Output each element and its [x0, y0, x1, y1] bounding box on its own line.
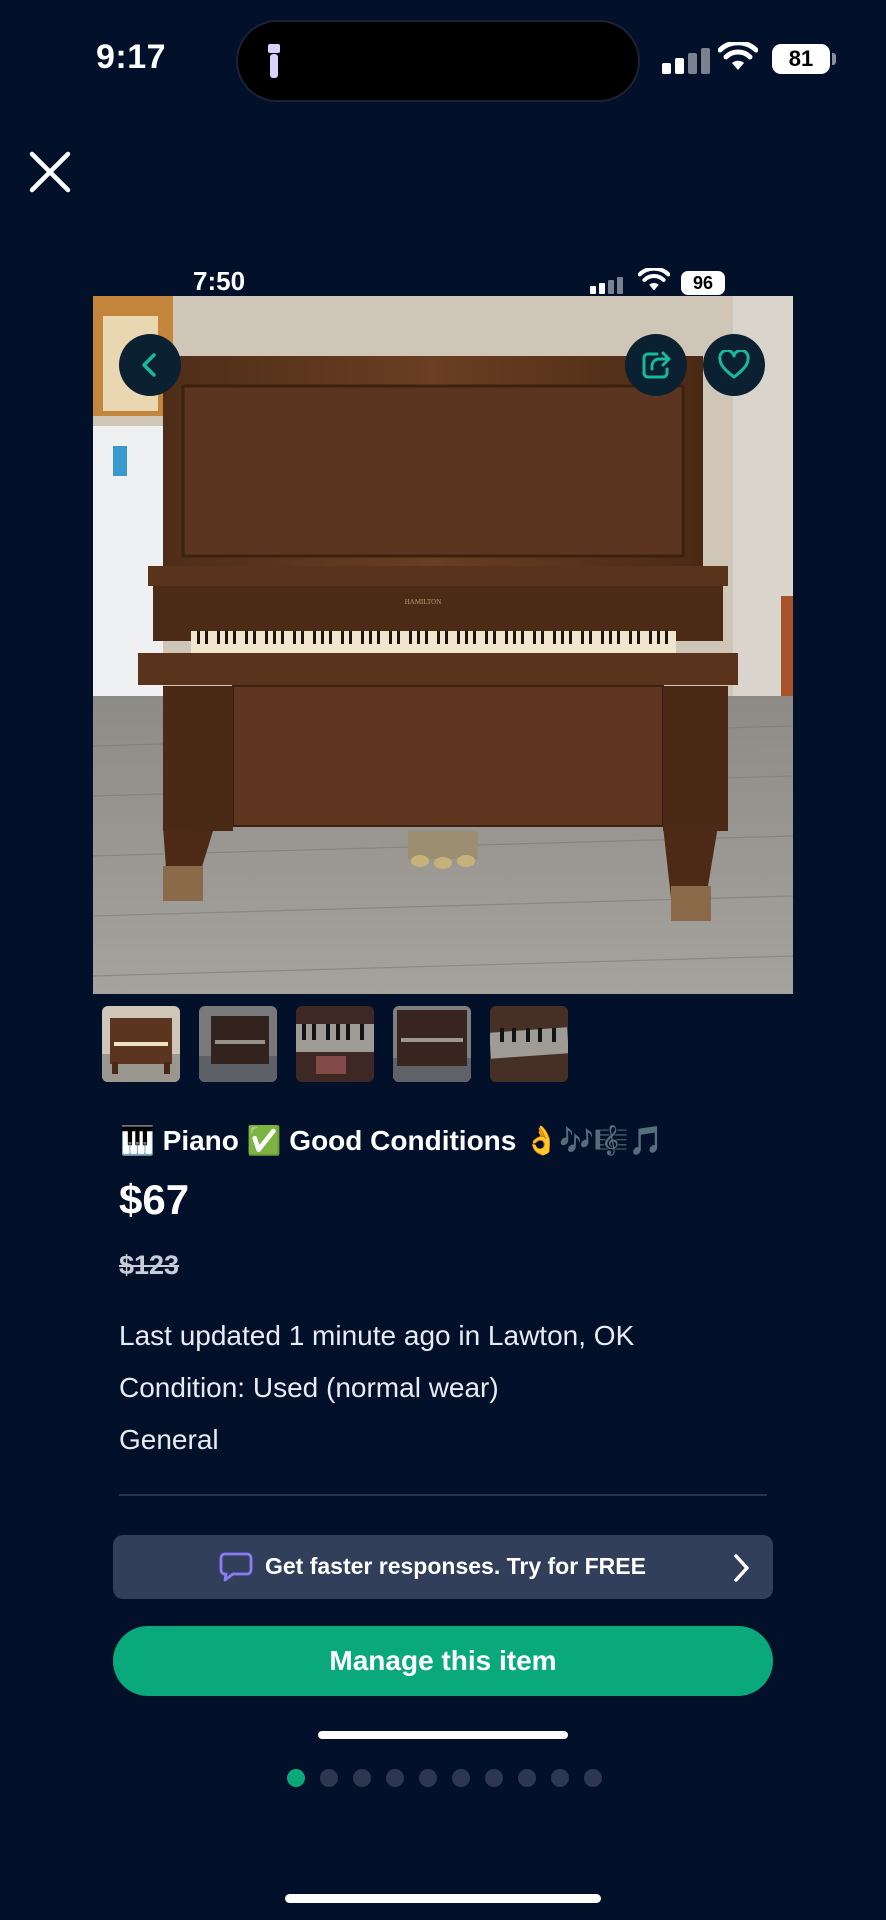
promo-label: Get faster responses. Try for FREE — [265, 1553, 646, 1579]
thumbnail-4[interactable] — [393, 1006, 471, 1082]
page-dot-10[interactable] — [584, 1769, 602, 1787]
section-divider — [119, 1494, 767, 1496]
page-dot-3[interactable] — [353, 1769, 371, 1787]
thumbnail-1[interactable] — [102, 1006, 180, 1082]
category-text: General — [119, 1424, 219, 1455]
listing-title: 🎹 Piano ✅ Good Conditions 👌🎶🎼🎵 — [120, 1125, 664, 1156]
original-price: $123 — [119, 1250, 180, 1280]
page-dot-7[interactable] — [485, 1769, 503, 1787]
home-indicator[interactable] — [285, 1894, 601, 1903]
close-icon[interactable] — [24, 146, 76, 198]
chat-bubble-icon — [219, 1552, 253, 1582]
piano-photo: HAMILTON — [93, 296, 793, 994]
last-updated-text: Last updated 1 minute ago in Lawton, OK — [119, 1320, 635, 1351]
share-icon — [642, 351, 671, 379]
chevron-right-icon — [734, 1554, 749, 1582]
page-dot-9[interactable] — [551, 1769, 569, 1787]
battery-cap — [832, 53, 836, 65]
thumbnail-2[interactable] — [199, 1006, 277, 1082]
page-dot-5[interactable] — [419, 1769, 437, 1787]
heart-icon — [718, 350, 750, 379]
page-dot-2[interactable] — [320, 1769, 338, 1787]
thumbnail-strip — [102, 1006, 568, 1082]
listing-price: $67 — [119, 1176, 190, 1223]
dynamic-island — [236, 20, 640, 102]
cellular-signal-icon — [662, 48, 714, 74]
page-indicator — [287, 1769, 602, 1787]
inner-home-indicator — [318, 1731, 568, 1739]
wifi-icon — [718, 42, 758, 70]
svg-text:HAMILTON: HAMILTON — [405, 598, 442, 606]
page-dot-1[interactable] — [287, 1769, 305, 1787]
faster-responses-banner[interactable]: Get faster responses. Try for FREE — [113, 1535, 773, 1599]
share-button[interactable] — [625, 334, 687, 396]
thumbnail-5[interactable] — [490, 1006, 568, 1082]
flashlight-icon — [268, 44, 280, 78]
favorite-button[interactable] — [703, 334, 765, 396]
page-dot-4[interactable] — [386, 1769, 404, 1787]
chevron-left-icon — [142, 353, 156, 377]
page-dot-8[interactable] — [518, 1769, 536, 1787]
listing-photo[interactable]: HAMILTON — [93, 296, 793, 994]
condition-text: Condition: Used (normal wear) — [119, 1372, 499, 1403]
page-dot-6[interactable] — [452, 1769, 470, 1787]
thumbnail-3[interactable] — [296, 1006, 374, 1082]
battery-indicator: 81 — [772, 44, 830, 74]
photo-battery-indicator: 96 — [681, 271, 725, 295]
photo-status-time: 7:50 — [193, 266, 246, 296]
back-button[interactable] — [119, 334, 181, 396]
manage-item-button[interactable]: Manage this item — [113, 1626, 773, 1696]
photo-wifi-icon — [638, 268, 670, 291]
photo-signal-icon — [590, 276, 626, 294]
status-time: 9:17 — [96, 38, 167, 76]
